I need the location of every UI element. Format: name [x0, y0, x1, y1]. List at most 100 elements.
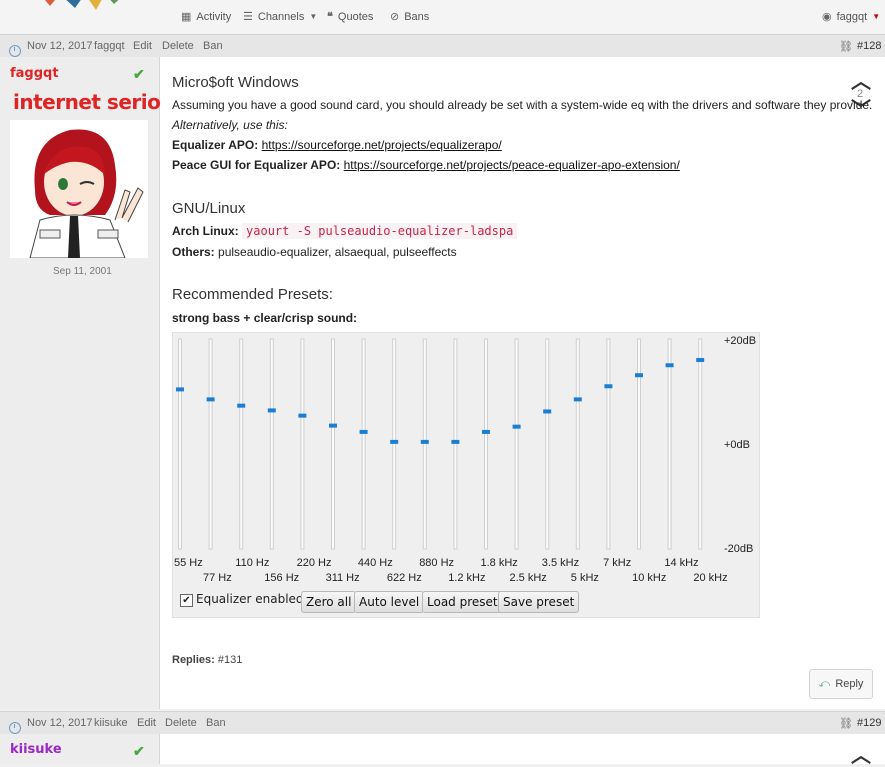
eq-slider-track	[300, 338, 305, 550]
user-menu[interactable]: ◉ faggqt ▼	[822, 10, 881, 24]
user-icon: ◉	[822, 11, 832, 23]
eq-slider-track	[545, 338, 550, 550]
ban-link[interactable]: Ban	[203, 40, 223, 52]
eq-slider-handle[interactable]	[298, 413, 307, 418]
peace-link[interactable]: https://sourceforge.net/projects/peace-e…	[344, 158, 680, 172]
db-label-bottom: -20dB	[724, 543, 754, 555]
others-line: Others: pulseaudio-equalizer, alsaequal,…	[172, 245, 457, 259]
others-text: pulseaudio-equalizer, alsaequal, pulseef…	[218, 245, 457, 259]
eq-slider-handle[interactable]	[329, 423, 337, 428]
eq-slider-handle[interactable]	[451, 439, 460, 444]
eq-slider-track	[606, 338, 611, 550]
eq-freq-label: 156 Hz	[264, 572, 300, 584]
eq-slider-handle[interactable]	[267, 408, 276, 413]
edit-link-2[interactable]: Edit	[137, 717, 156, 729]
eq-slider-handle[interactable]	[237, 403, 246, 408]
eq-freq-label: 77 Hz	[203, 572, 232, 584]
quote-icon: ❝	[327, 11, 333, 23]
link-icon[interactable]: ⛓	[839, 717, 853, 730]
auto-level-button[interactable]: Auto level	[354, 591, 425, 613]
apo-label: Equalizer APO:	[172, 138, 259, 152]
others-label: Others:	[172, 245, 215, 259]
eq-slider-track	[178, 338, 182, 550]
eq-slider-track	[392, 338, 397, 550]
avatar[interactable]	[10, 120, 148, 258]
replies-link[interactable]: #131	[218, 654, 242, 666]
reply-icon: ⤺	[818, 677, 831, 690]
eq-slider-handle[interactable]	[665, 363, 674, 368]
chevron-down-icon: ▼	[309, 12, 318, 21]
eq-slider-track	[208, 338, 213, 550]
zero-all-button[interactable]: Zero all	[301, 591, 357, 613]
eq-slider-handle[interactable]	[206, 397, 215, 402]
post-meta-bar: Nov 12, 2017 faggqt Edit Delete Ban ⛓ #1…	[0, 34, 885, 58]
eq-slider-handle[interactable]	[512, 424, 521, 429]
eq-slider-track	[637, 338, 641, 550]
edit-link[interactable]: Edit	[133, 40, 152, 52]
delete-link[interactable]: Delete	[162, 40, 194, 52]
eq-freq-label: 1.8 kHz	[480, 557, 518, 569]
preset-label: strong bass + clear/crisp sound:	[172, 311, 358, 325]
post-author-link[interactable]: faggqt	[94, 40, 125, 52]
eq-freq-label: 10 kHz	[632, 572, 667, 584]
eq-freq-label: 55 Hz	[174, 557, 203, 569]
post-number-2[interactable]: #129	[857, 717, 881, 729]
post-author-link-2[interactable]: kiisuke	[94, 717, 128, 729]
eq-slider-handle[interactable]	[176, 387, 184, 392]
save-preset-button[interactable]: Save preset	[498, 591, 580, 613]
eq-freq-label: 880 Hz	[419, 557, 455, 569]
equalizer-enabled-checkbox[interactable]: ✔	[180, 594, 193, 607]
ban-link-2[interactable]: Ban	[206, 717, 226, 729]
list-icon: ☰	[243, 11, 253, 23]
eq-freq-label: 110 Hz	[235, 557, 270, 569]
post-date-2: Nov 12, 2017	[27, 717, 93, 729]
eq-slider-track	[331, 338, 335, 550]
eq-freq-label: 2.5 kHz	[509, 572, 547, 584]
load-preset-button[interactable]: Load preset	[422, 591, 503, 613]
nav-channels[interactable]: ☰ Channels ▼	[243, 10, 318, 24]
eq-slider-track	[667, 338, 672, 550]
peace-label: Peace GUI for Equalizer APO:	[172, 158, 341, 172]
eq-slider-handle[interactable]	[390, 439, 399, 444]
eq-slider-handle[interactable]	[573, 397, 582, 402]
eq-freq-label: 311 Hz	[325, 572, 360, 584]
nav-quotes[interactable]: ❝ Quotes	[327, 10, 373, 24]
eq-freq-label: 14 kHz	[664, 557, 699, 569]
eq-slider-handle[interactable]	[420, 439, 429, 444]
post-number[interactable]: #128	[857, 40, 881, 52]
heading-windows: Micro$oft Windows	[172, 74, 299, 91]
site-logo[interactable]	[30, 0, 140, 14]
eq-slider-handle[interactable]	[604, 384, 613, 389]
nav-activity[interactable]: ▦ Activity	[181, 10, 231, 24]
author-name[interactable]: faggqt	[10, 66, 59, 81]
ban-icon: ⊘	[390, 11, 400, 23]
delete-link-2[interactable]: Delete	[165, 717, 197, 729]
post-date: Nov 12, 2017	[27, 40, 93, 52]
chevron-down-icon: ▼	[872, 12, 881, 21]
author-name-2[interactable]: kiisuke	[10, 742, 62, 757]
verified-check-icon: ✔	[133, 743, 145, 759]
arch-label: Arch Linux:	[172, 224, 239, 238]
calendar-icon: ▦	[181, 11, 192, 23]
intro-text: Assuming you have a good sound card, you…	[172, 98, 873, 112]
user-menu-label: faggqt	[836, 10, 868, 23]
eq-slider-track	[422, 338, 427, 550]
eq-slider-handle[interactable]	[359, 429, 368, 434]
upvote-icon-2[interactable]: ︿	[851, 746, 871, 766]
eq-slider-handle[interactable]	[635, 373, 643, 378]
apo-line: Equalizer APO: https://sourceforge.net/p…	[172, 138, 502, 152]
arch-line: Arch Linux: yaourt -S pulseaudio-equaliz…	[172, 223, 518, 239]
eq-slider-handle[interactable]	[543, 409, 552, 414]
eq-freq-label: 440 Hz	[357, 557, 393, 569]
author-sidebar-2: kiisuke ✔	[0, 734, 160, 764]
replies-label: Replies:	[172, 654, 215, 666]
peace-line: Peace GUI for Equalizer APO: https://sou…	[172, 158, 680, 172]
nav-bans[interactable]: ⊘ Bans	[390, 10, 429, 24]
apo-link[interactable]: https://sourceforge.net/projects/equaliz…	[262, 138, 502, 152]
eq-slider-handle[interactable]	[696, 358, 705, 362]
reply-button[interactable]: ⤺ Reply	[809, 669, 873, 699]
link-icon[interactable]: ⛓	[839, 40, 853, 53]
eq-slider-track	[453, 338, 458, 550]
eq-slider-track	[698, 338, 703, 550]
eq-slider-handle[interactable]	[482, 429, 490, 434]
